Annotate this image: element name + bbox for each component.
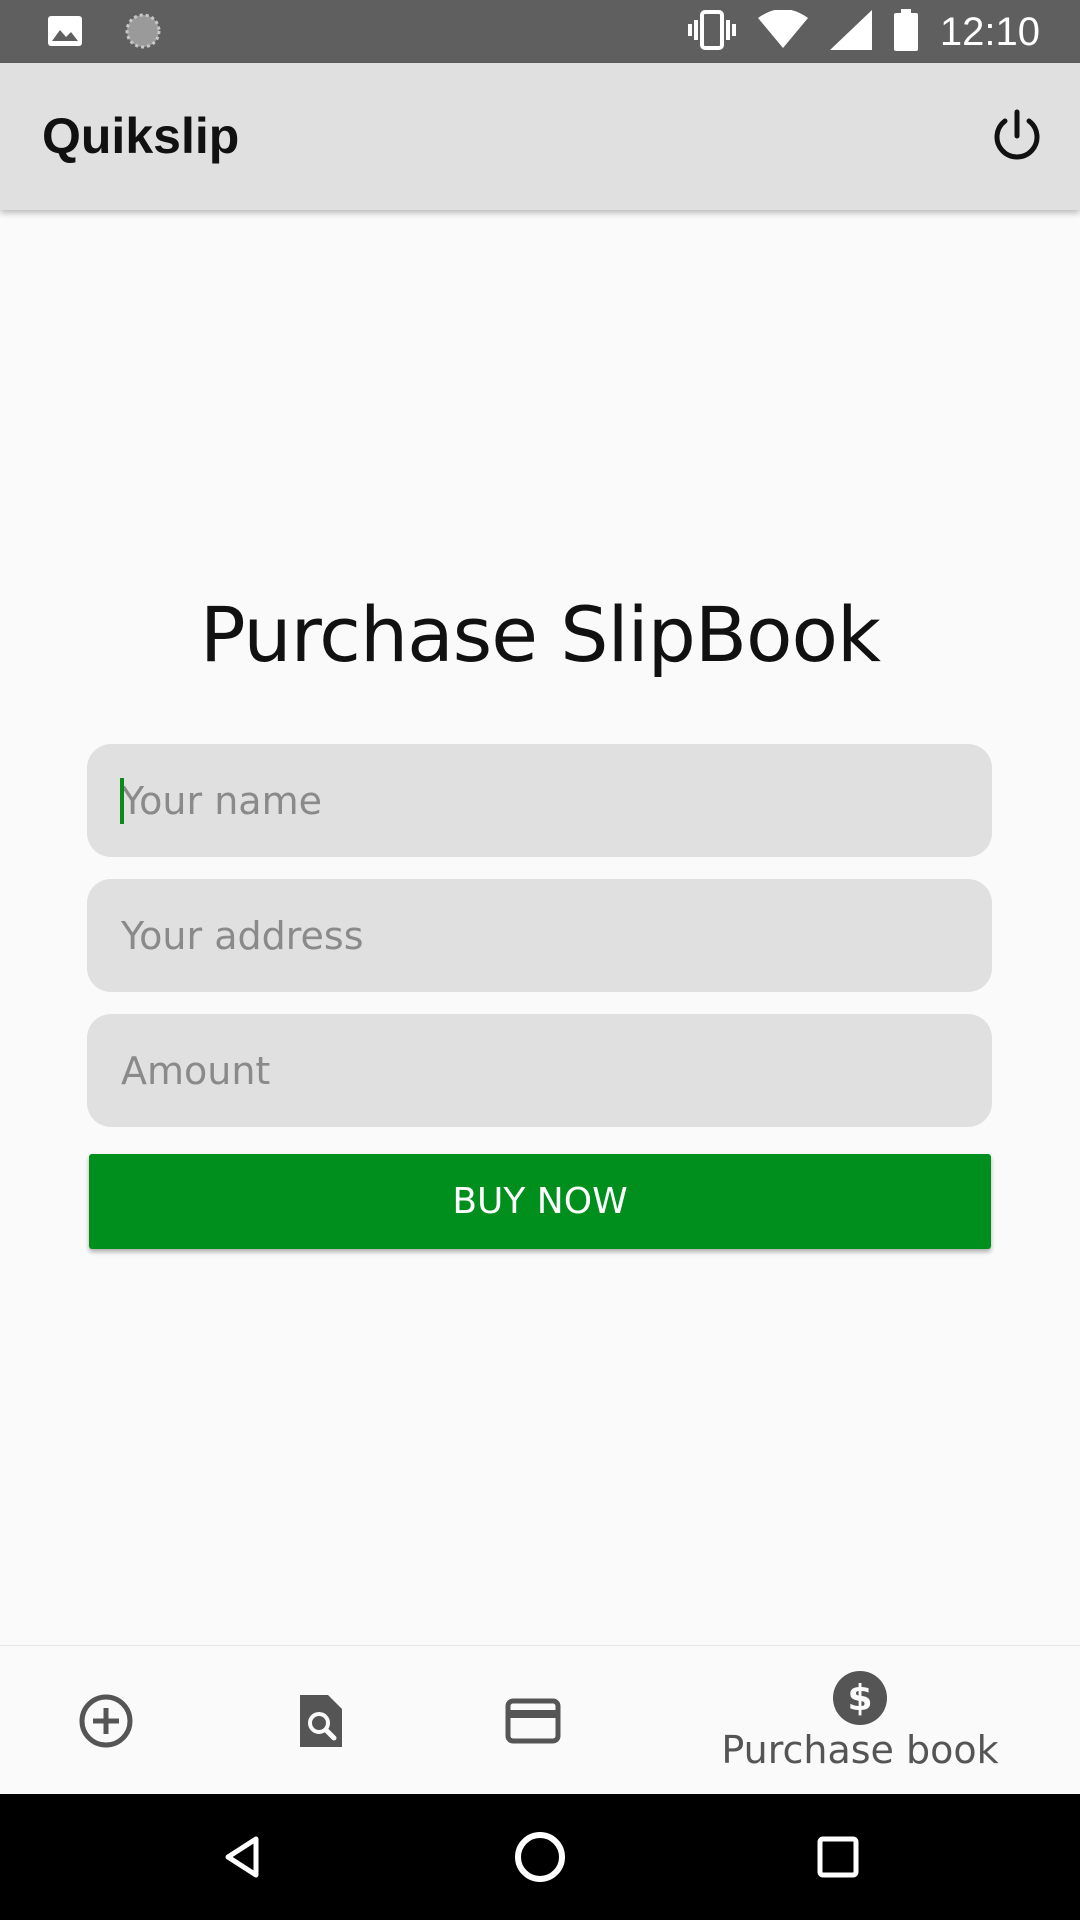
- add-circle-icon: [79, 1694, 133, 1747]
- address-field[interactable]: [87, 879, 992, 992]
- nav-item-purchase-book[interactable]: $ Purchase book: [720, 1646, 1000, 1795]
- amount-input[interactable]: [87, 1014, 992, 1127]
- power-icon: [994, 109, 1040, 160]
- address-input[interactable]: [87, 879, 992, 992]
- nav-item-add[interactable]: [56, 1646, 156, 1795]
- recents-icon: [817, 1836, 859, 1878]
- text-cursor: [120, 778, 124, 824]
- vibrate-icon: [687, 9, 736, 55]
- nav-item-card[interactable]: [483, 1646, 583, 1795]
- status-time: 12:10: [939, 10, 1040, 54]
- image-icon: [48, 16, 82, 51]
- power-button[interactable]: [984, 103, 1050, 169]
- home-button[interactable]: [507, 1824, 573, 1890]
- app-title: Quikslip: [42, 108, 240, 164]
- nav-label-purchase-book: Purchase book: [721, 1727, 999, 1772]
- amount-field[interactable]: [87, 1014, 992, 1127]
- system-nav-bar: [0, 1794, 1080, 1920]
- back-button[interactable]: [209, 1824, 275, 1890]
- loading-icon: [124, 12, 162, 55]
- credit-card-icon: [505, 1698, 561, 1743]
- wifi-icon: [757, 8, 808, 55]
- name-input[interactable]: [87, 744, 992, 857]
- signal-icon: [829, 9, 872, 55]
- app-bar: Quikslip: [0, 63, 1080, 210]
- svg-text:$: $: [847, 1678, 872, 1719]
- home-icon: [515, 1832, 565, 1882]
- status-bar: 12:10: [0, 0, 1080, 63]
- buy-now-button[interactable]: BUY NOW: [89, 1154, 991, 1249]
- nav-item-search[interactable]: [270, 1646, 370, 1795]
- back-icon: [225, 1836, 259, 1878]
- name-field[interactable]: [87, 744, 992, 857]
- dollar-icon: $: [833, 1670, 887, 1725]
- page-title: Purchase SlipBook: [199, 590, 881, 679]
- recents-button[interactable]: [805, 1824, 871, 1890]
- document-search-icon: [300, 1694, 342, 1747]
- bottom-nav: $ Purchase book: [0, 1645, 1080, 1794]
- battery-icon: [893, 8, 918, 56]
